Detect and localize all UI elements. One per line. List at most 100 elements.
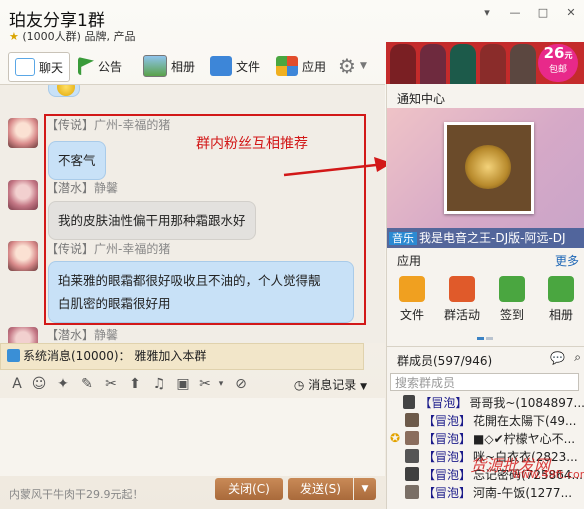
app-label: 相册 <box>548 308 573 322</box>
watermark-url: www.49ft.com <box>512 468 584 481</box>
member-tag: 【冒泡】 <box>423 449 472 464</box>
member-row[interactable]: 【冒泡】 河南-午饭(1277... <box>387 483 584 501</box>
price-badge: 26元 包邮 <box>538 44 578 82</box>
scissors-icon[interactable]: ✂ <box>102 375 120 393</box>
upload-icon[interactable]: ⬆ <box>126 375 144 393</box>
folder-icon <box>399 276 425 302</box>
tab-files[interactable]: 文件 <box>210 52 260 80</box>
member-tag: 【冒泡】 <box>423 431 472 446</box>
member-level-tag: 【潜水】 <box>46 328 95 342</box>
apps-more-link[interactable]: 更多 <box>555 252 579 269</box>
footer-ad-link[interactable]: 内蒙风干牛肉干29.9元起！ <box>9 486 144 502</box>
tab-chat[interactable]: 聊天 <box>8 52 71 82</box>
member-row[interactable]: 【冒泡】 花開在太陽下(49... <box>387 411 584 429</box>
menu-dropdown-icon[interactable]: ▾ <box>480 6 494 20</box>
pager-dot[interactable] <box>486 337 493 340</box>
edit-icon[interactable]: ✎ <box>78 375 96 393</box>
message-meta: 【潜水】静馨 <box>46 326 118 343</box>
tab-announcement[interactable]: 公告 <box>78 52 122 80</box>
app-group-activity[interactable]: 群活动 <box>442 276 482 323</box>
price-unit: 元 <box>564 51 573 60</box>
history-label: 消息记录 <box>308 378 357 392</box>
apps-title: 应用 <box>397 254 422 268</box>
block-icon[interactable]: ⊘ <box>232 375 250 393</box>
close-chat-button[interactable]: 关闭(C) <box>215 478 283 500</box>
price-label: 包邮 <box>548 65 567 75</box>
group-subtitle: ★ (1000人群) 品牌, 产品 <box>9 28 135 44</box>
chevron-down-icon: ▼ <box>360 382 367 392</box>
notice-center-title: 通知中心 <box>397 92 446 106</box>
avatar <box>405 413 419 427</box>
activity-icon <box>449 276 475 302</box>
app-label: 文件 <box>399 308 424 322</box>
window-controls: ▾ — □ ✕ <box>480 6 578 20</box>
price-value: 26 <box>543 44 565 62</box>
member-tag: 【冒泡】 <box>423 467 472 482</box>
chevron-down-icon: ▼ <box>361 484 369 494</box>
settings-button[interactable]: ⚙ ▼ <box>338 52 367 80</box>
app-files[interactable]: 文件 <box>392 276 432 323</box>
tab-apps[interactable]: 应用 <box>276 52 326 80</box>
minimize-button[interactable]: — <box>508 6 522 20</box>
crown-icon: ✪ <box>389 431 401 445</box>
checkin-icon <box>499 276 525 302</box>
chevron-down-icon[interactable]: ▾ <box>212 375 230 393</box>
member-list[interactable]: 【冒泡】 哥哥我~(1084897... 【冒泡】 花開在太陽下(49... ✪ 【冒… <box>387 393 584 501</box>
message-history-button[interactable]: ◷ 消息记录 ▼ <box>294 376 367 393</box>
music-card[interactable]: 音乐 我是电音之王-DJ版-阿远-DJ <box>387 108 584 248</box>
member-name: 哥哥我~(1084897... <box>469 395 584 410</box>
avatar[interactable] <box>8 241 38 271</box>
apps-pager[interactable] <box>477 329 495 343</box>
system-message-bar[interactable]: 系统消息(10000)： 雅雅加入本群 <box>0 343 364 370</box>
avatar <box>405 467 419 481</box>
tab-album[interactable]: 相册 <box>143 52 195 80</box>
message-input[interactable] <box>0 398 385 476</box>
font-icon[interactable]: A <box>8 375 26 393</box>
pager-dot[interactable] <box>477 337 484 340</box>
tab-album-label: 相册 <box>171 59 196 74</box>
qq-group-chat-window: 珀友分享1群 ★ (1000人群) 品牌, 产品 ▾ — □ ✕ 聊天 公告 相… <box>0 0 584 509</box>
member-row[interactable]: ✪ 【冒泡】 ■◇✔柠檬ヤ心不... <box>387 429 584 447</box>
music-icon[interactable]: ♫ <box>150 375 168 393</box>
member-row[interactable]: 【冒泡】 哥哥我~(1084897... <box>387 393 584 411</box>
avatar[interactable] <box>8 180 38 210</box>
send-button[interactable]: 发送(S) <box>288 478 353 500</box>
sender-name[interactable]: 静馨 <box>94 328 118 342</box>
tab-files-label: 文件 <box>236 59 261 74</box>
member-tag: 【冒泡】 <box>419 395 468 410</box>
avatar <box>403 395 416 409</box>
chat-history[interactable]: 【传说】广州-幸福的猪 不客气 【潜水】静馨 我的皮肤油性偏干用那种霜跟水好 【… <box>0 84 385 343</box>
system-message-text: 系统消息(10000)： 雅雅加入本群 <box>23 349 207 363</box>
model-image <box>510 44 536 84</box>
annotation-arrow <box>283 157 392 177</box>
member-tag: 【冒泡】 <box>423 485 472 500</box>
member-tag: 【冒泡】 <box>423 413 472 428</box>
app-checkin[interactable]: 签到 <box>492 276 532 323</box>
right-panel: 通知中心 音乐 我是电音之王-DJ版-阿远-DJ 应用 更多 文件 群活动 签到 … <box>386 84 584 509</box>
avatar[interactable] <box>8 118 38 148</box>
input-toolbar: A ☺ ✦ ✎ ✂ ⬆ ♫ ▣ ✂ ▾ ⊘ ◷ 消息记录 ▼ <box>0 372 385 398</box>
app-label: 签到 <box>499 308 524 322</box>
image-icon[interactable]: ▣ <box>174 375 192 393</box>
chat-bubble-icon[interactable]: 💬 <box>550 351 565 365</box>
chat-icon <box>15 58 35 76</box>
send-options-button[interactable]: ▼ <box>354 478 376 500</box>
emoji-icon[interactable]: ☺ <box>30 375 48 393</box>
app-label: 群活动 <box>443 308 480 322</box>
tab-announcement-label: 公告 <box>98 59 123 74</box>
maximize-button[interactable]: □ <box>536 6 550 20</box>
avatar <box>405 449 419 463</box>
search-icon[interactable]: ⌕ <box>574 350 581 365</box>
ad-banner[interactable]: 26元 包邮 <box>386 42 584 84</box>
avatar[interactable] <box>8 327 38 343</box>
model-image <box>450 44 476 84</box>
group-info: (1000人群) 品牌, 产品 <box>22 30 136 43</box>
app-album[interactable]: 相册 <box>541 276 581 323</box>
members-header: 群成员(597/946) 💬 ⌕ <box>387 346 584 371</box>
folder-icon <box>210 56 232 76</box>
member-search-input[interactable]: 搜索群成员 <box>390 373 579 391</box>
star-icon: ★ <box>9 30 19 43</box>
close-button[interactable]: ✕ <box>564 6 578 20</box>
magic-icon[interactable]: ✦ <box>54 375 72 393</box>
music-caption: 音乐 我是电音之王-DJ版-阿远-DJ <box>387 228 584 248</box>
